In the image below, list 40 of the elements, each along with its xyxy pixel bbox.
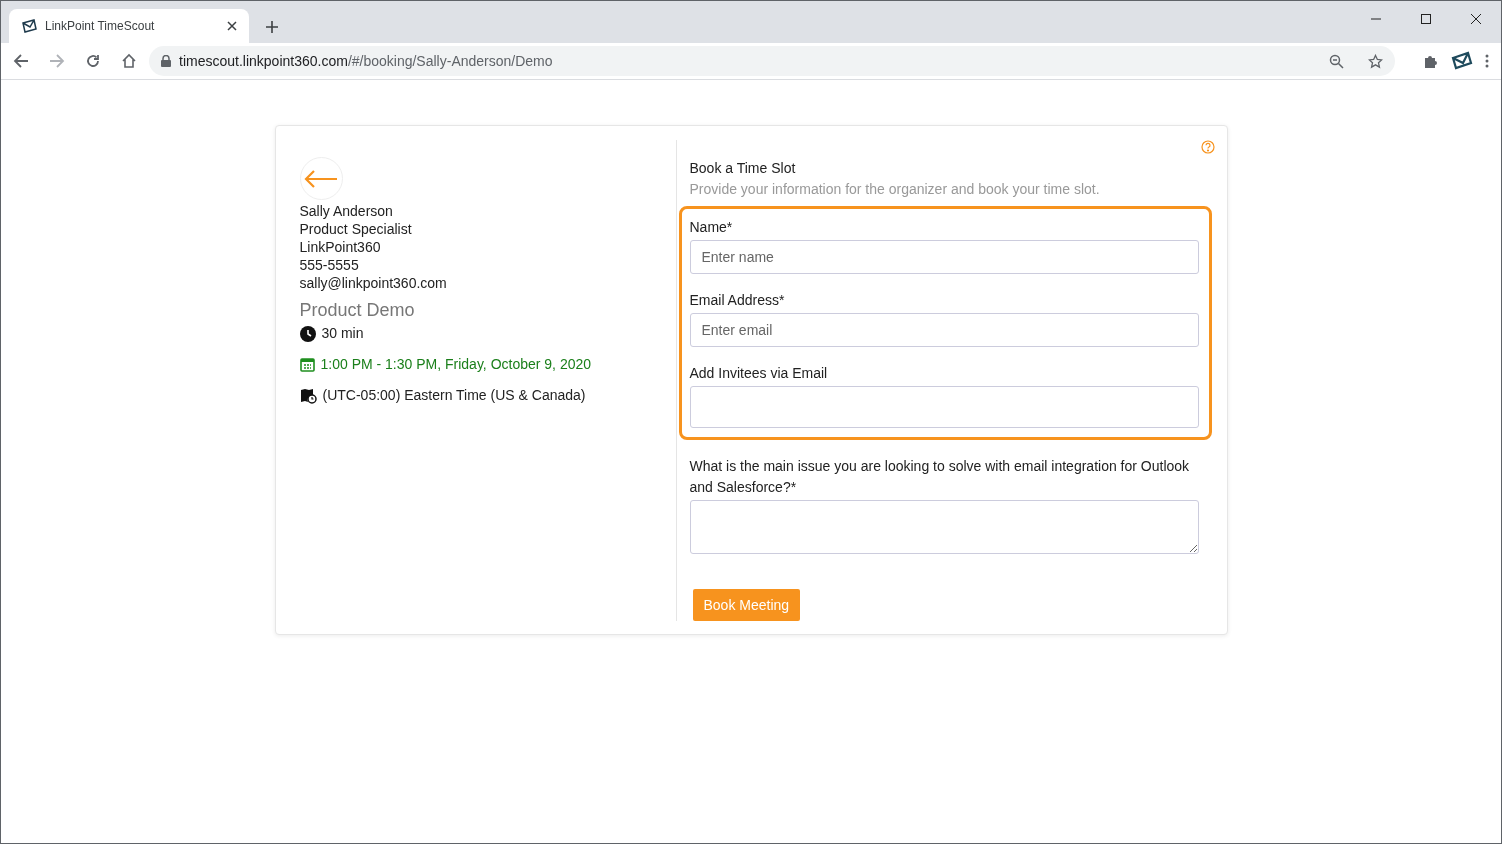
envelope-icon — [21, 18, 37, 34]
url-text: timescout.linkpoint360.com/#/booking/Sally-Anderson/Demo — [179, 51, 554, 71]
reload-icon[interactable] — [85, 53, 101, 69]
field-label: Add Invitees via Email — [689, 364, 829, 383]
organizer-info-line: Sally Anderson — [299, 202, 394, 220]
time-slot-text: 1:00 PM - 1:30 PM, Friday, October 9, 2020 — [320, 355, 592, 374]
address-bar[interactable]: timescout.linkpoint360.com/#/booking/Sally-Anderson/Demo — [149, 46, 1395, 76]
arrow-left-icon — [304, 169, 338, 188]
menu-icon[interactable] — [1485, 54, 1489, 68]
star-icon[interactable] — [1368, 53, 1383, 69]
invitee-field[interactable] — [689, 386, 1199, 428]
map-clock-icon — [299, 387, 317, 404]
back-icon[interactable] — [13, 53, 29, 69]
duration-text: 30 min — [321, 324, 364, 343]
maximize-icon[interactable] — [1421, 14, 1431, 24]
organizer-info-line: LinkPoint360 — [299, 238, 382, 256]
organizer-info-line: sally@linkpoint360.com — [299, 274, 448, 292]
home-icon[interactable] — [121, 53, 137, 69]
event-title: Product Demo — [299, 299, 416, 322]
organizer-info-line: Product Specialist — [299, 220, 413, 238]
form-title: Book a Time Slot — [689, 159, 797, 178]
clock-icon — [299, 325, 316, 342]
field-label: Email Address* — [689, 291, 786, 310]
puzzle-icon[interactable] — [1423, 53, 1439, 69]
envelope-icon[interactable] — [1451, 51, 1473, 71]
text-field[interactable]: Enter name — [689, 240, 1199, 274]
close-icon[interactable] — [227, 21, 237, 31]
calendar-icon — [299, 357, 315, 372]
browser-tab[interactable]: LinkPoint TimeScout — [9, 9, 249, 43]
zoom-out-icon[interactable] — [1329, 53, 1344, 69]
text-field[interactable]: Enter email — [689, 313, 1199, 347]
organizer-info-line: 555-5555 — [299, 256, 360, 274]
lock-icon — [161, 55, 171, 67]
field-label: Name* — [689, 218, 734, 237]
new-tab-icon[interactable] — [265, 20, 279, 34]
close-window-icon[interactable] — [1471, 14, 1481, 24]
field-label: What is the main issue you are looking to solve with email integration for Outlook and Salesforce?* — [689, 457, 1191, 497]
timezone-text: (UTC-05:00) Eastern Time (US & Canada) — [322, 386, 586, 405]
form-subtitle: Provide your information for the organizer and book your time slot. — [689, 180, 1101, 199]
tab-title: LinkPoint TimeScout — [45, 18, 156, 35]
